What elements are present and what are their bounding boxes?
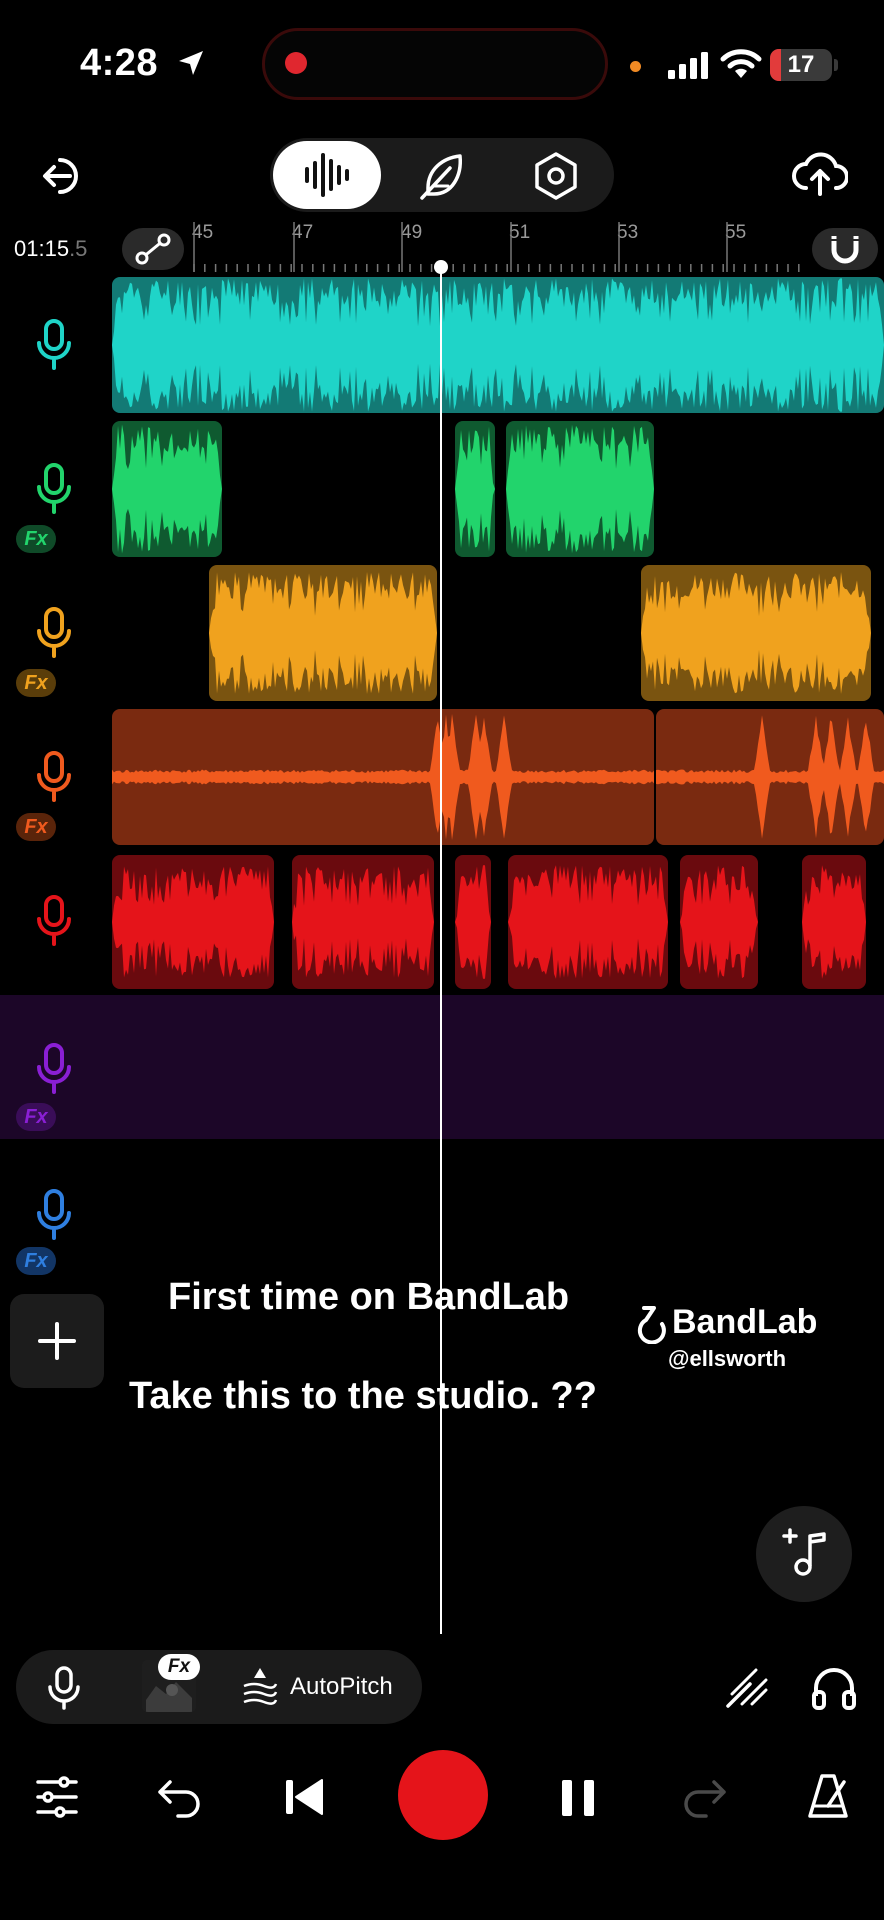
audio-clip[interactable] [656, 709, 884, 845]
waveform [292, 866, 434, 978]
audio-clip[interactable] [292, 855, 434, 989]
caption-line-1: First time on BandLab [168, 1276, 570, 1318]
waveform-icon [305, 153, 349, 197]
metronome-icon[interactable] [804, 1772, 852, 1820]
waveform [112, 713, 654, 841]
fx-badge[interactable]: Fx [16, 1247, 56, 1275]
timecode-fraction: .5 [69, 236, 88, 261]
timecode-main: 01:15 [14, 236, 70, 261]
exit-icon[interactable] [40, 152, 88, 200]
fx-badge[interactable]: Fx [16, 813, 56, 841]
track-lane-7[interactable]: Fx [0, 1139, 884, 1279]
bandlab-logo-icon [637, 1306, 666, 1344]
wifi-icon [720, 49, 762, 78]
feather-icon[interactable] [416, 150, 468, 202]
track-lane-1[interactable] [0, 275, 884, 415]
track-lane-3[interactable]: Fx [0, 563, 884, 703]
fx-label-badge: Fx [158, 1654, 200, 1680]
playhead[interactable] [440, 266, 442, 1634]
automation-button[interactable] [122, 228, 184, 270]
battery-icon: 17 [770, 49, 832, 81]
fx-badge[interactable]: Fx [16, 1103, 56, 1131]
mic-icon[interactable] [34, 463, 74, 515]
autopitch-icon[interactable] [240, 1664, 280, 1708]
audio-clip[interactable] [506, 421, 654, 557]
recording-indicator [285, 52, 307, 74]
headphones-icon[interactable] [810, 1664, 858, 1710]
audio-clip[interactable] [455, 855, 491, 989]
audio-clip[interactable] [112, 421, 222, 557]
waveform [508, 865, 668, 979]
mic-icon[interactable] [34, 607, 74, 659]
audio-clip[interactable] [680, 855, 758, 989]
cellular-signal-icon [668, 52, 708, 79]
mic-icon[interactable] [44, 1666, 84, 1710]
audio-clip[interactable] [455, 421, 495, 557]
waveform [641, 572, 871, 694]
autopitch-label[interactable]: AutoPitch [290, 1673, 393, 1701]
dynamic-island [262, 28, 608, 100]
redo-icon[interactable] [680, 1776, 728, 1818]
battery-cap [834, 59, 838, 71]
undo-icon[interactable] [156, 1776, 204, 1818]
mic-icon[interactable] [34, 1189, 74, 1241]
tab-waveform[interactable] [273, 141, 381, 209]
snap-button[interactable] [812, 228, 878, 270]
audio-clip[interactable] [112, 277, 884, 413]
waveform [112, 278, 884, 412]
automation-icon [135, 233, 171, 265]
waveform [506, 424, 654, 554]
timeline-ruler[interactable] [188, 218, 808, 272]
waveform [680, 865, 758, 979]
magic-edit-icon[interactable] [724, 1664, 770, 1710]
add-music-note-icon [782, 1528, 826, 1576]
add-track-button[interactable] [10, 1294, 104, 1388]
waveform [455, 865, 491, 979]
status-time: 4:28 [80, 42, 159, 84]
waveform [656, 715, 884, 839]
playhead-handle[interactable] [434, 260, 448, 274]
audio-clip[interactable] [641, 565, 871, 701]
record-button[interactable] [398, 1750, 488, 1840]
track-lane-4[interactable]: Fx [0, 707, 884, 847]
track-lane-6[interactable]: Fx [0, 995, 884, 1139]
battery-percentage: 17 [787, 51, 815, 78]
hexagon-settings-icon[interactable] [530, 150, 582, 202]
timecode-display: 01:15.5 [14, 236, 87, 262]
mic-icon[interactable] [34, 895, 74, 947]
audio-clip[interactable] [112, 855, 274, 989]
mic-icon[interactable] [34, 751, 74, 803]
caption-line-2: Take this to the studio. ?? [129, 1375, 597, 1417]
pause-icon[interactable] [560, 1778, 596, 1818]
cloud-upload-icon[interactable] [792, 148, 848, 198]
skip-back-icon[interactable] [284, 1776, 326, 1818]
waveform [455, 426, 495, 552]
mic-icon[interactable] [34, 1043, 74, 1095]
magnet-icon [830, 236, 860, 264]
fx-badge[interactable]: Fx [16, 669, 56, 697]
waveform [802, 865, 866, 979]
audio-clip[interactable] [802, 855, 866, 989]
track-lane-2[interactable]: Fx [0, 419, 884, 559]
mic-icon[interactable] [34, 319, 74, 371]
watermark-brand: BandLab [672, 1303, 818, 1341]
waveform [209, 572, 437, 694]
plus-icon [38, 1322, 76, 1360]
location-arrow-icon [179, 51, 203, 75]
watermark-user: @ellsworth [668, 1346, 787, 1371]
waveform [112, 424, 222, 554]
add-instrument-button[interactable] [756, 1506, 852, 1602]
waveform [112, 866, 274, 978]
mixer-icon[interactable] [34, 1774, 80, 1820]
mic-in-use-dot [630, 61, 641, 72]
fx-badge[interactable]: Fx [16, 525, 56, 553]
audio-clip[interactable] [508, 855, 668, 989]
track-lane-5[interactable] [0, 851, 884, 991]
audio-clip[interactable] [209, 565, 437, 701]
audio-clip[interactable] [112, 709, 654, 845]
